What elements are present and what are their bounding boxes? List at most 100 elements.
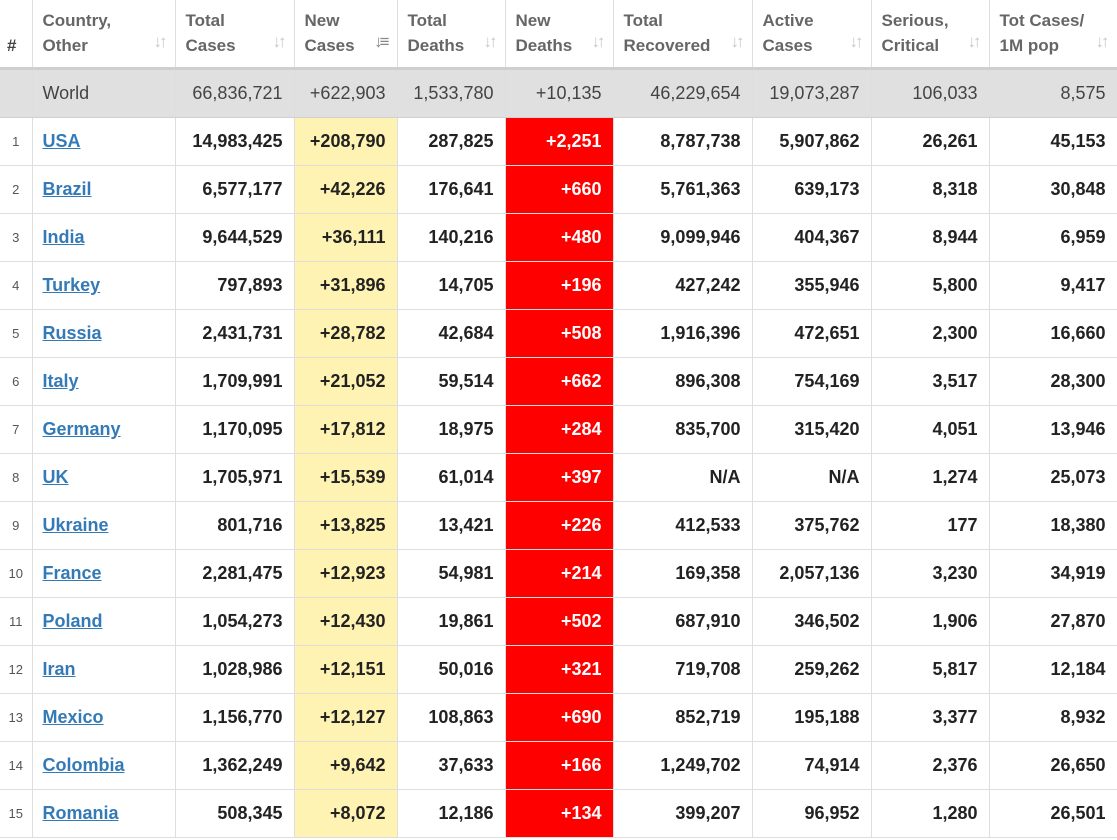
cases-per-1m-cell: 30,848 <box>989 165 1117 214</box>
total-recovered-cell: 9,099,946 <box>613 213 753 262</box>
country-link[interactable]: Romania <box>43 803 119 823</box>
sort-icon[interactable]: ↓↑ <box>592 32 606 52</box>
cases-per-1m-cell: 9,417 <box>989 261 1117 310</box>
country-link[interactable]: Colombia <box>43 755 125 775</box>
serious-critical-cell: 177 <box>871 501 990 550</box>
total-deaths-cell: 176,641 <box>397 165 506 214</box>
country-link[interactable]: Russia <box>43 323 102 343</box>
sort-icon[interactable]: ↓↑ <box>1096 32 1110 52</box>
column-header-total-recovered[interactable]: Total Recovered ↓↑ <box>613 0 753 70</box>
total-recovered-cell: 835,700 <box>613 405 753 454</box>
new-deaths-cell: +214 <box>505 549 614 598</box>
new-deaths-cell: +397 <box>505 453 614 502</box>
country-link[interactable]: Poland <box>43 611 103 631</box>
sort-icon[interactable]: ↓↑ <box>731 32 745 52</box>
country-link[interactable]: Germany <box>43 419 121 439</box>
country-cell[interactable]: Ukraine <box>32 501 176 550</box>
total-deaths-cell: 37,633 <box>397 741 506 790</box>
total-deaths-cell: 42,684 <box>397 309 506 358</box>
column-header-total-cases[interactable]: Total Cases ↓↑ <box>175 0 295 70</box>
column-header-rank: # <box>0 0 33 70</box>
total-cases-cell: 1,054,273 <box>175 597 295 646</box>
total-deaths-cell: 54,981 <box>397 549 506 598</box>
column-header-total-deaths[interactable]: Total Deaths ↓↑ <box>397 0 506 70</box>
country-cell[interactable]: Turkey <box>32 261 176 310</box>
total-recovered-cell: 399,207 <box>613 789 753 838</box>
country-cell[interactable]: Mexico <box>32 693 176 742</box>
column-header-cases-per-1m[interactable]: Tot Cases/ 1M pop ↓↑ <box>989 0 1117 70</box>
sort-icon[interactable]: ↓↑ <box>273 32 287 52</box>
country-cell[interactable]: France <box>32 549 176 598</box>
rank-cell: 13 <box>0 693 33 742</box>
total-recovered-cell: 8,787,738 <box>613 117 753 166</box>
new-cases-cell: +208,790 <box>294 117 398 166</box>
cases-per-1m-cell: 45,153 <box>989 117 1117 166</box>
cases-per-1m-cell: 18,380 <box>989 501 1117 550</box>
total-recovered-cell: 1,916,396 <box>613 309 753 358</box>
new-deaths-cell: +2,251 <box>505 117 614 166</box>
country-link[interactable]: India <box>43 227 85 247</box>
world-row: World 66,836,721 +622,903 1,533,780 +10,135 4… <box>0 68 1117 118</box>
country-cell[interactable]: Germany <box>32 405 176 454</box>
sort-icon[interactable]: ↓↑ <box>850 32 864 52</box>
active-cases-cell: N/A <box>752 453 872 502</box>
serious-critical-cell: 5,800 <box>871 261 990 310</box>
active-cases-cell: 346,502 <box>752 597 872 646</box>
country-cell[interactable]: UK <box>32 453 176 502</box>
column-header-new-deaths[interactable]: New Deaths ↓↑ <box>505 0 614 70</box>
country-cell[interactable]: Colombia <box>32 741 176 790</box>
country-link[interactable]: Italy <box>43 371 79 391</box>
active-cases-cell: 2,057,136 <box>752 549 872 598</box>
country-cell[interactable]: USA <box>32 117 176 166</box>
country-cell[interactable]: Brazil <box>32 165 176 214</box>
sort-icon[interactable]: ↓≡ <box>374 32 390 52</box>
country-cell: World <box>32 68 176 118</box>
table-header: # Country, Other ↓↑ Total Cases ↓↑ New Cases ↓… <box>0 0 1117 70</box>
column-header-serious-critical[interactable]: Serious, Critical ↓↑ <box>871 0 990 70</box>
country-cell[interactable]: India <box>32 213 176 262</box>
country-link[interactable]: Mexico <box>43 707 104 727</box>
serious-critical-cell: 3,230 <box>871 549 990 598</box>
sort-icon[interactable]: ↓↑ <box>968 32 982 52</box>
serious-critical-cell: 8,318 <box>871 165 990 214</box>
country-row: 8 UK 1,705,971 +15,539 61,014 +397 N/A N/A 1,274… <box>0 453 1117 502</box>
column-header-label: Active Cases <box>762 11 814 55</box>
country-row: 11 Poland 1,054,273 +12,430 19,861 +502 687,91… <box>0 597 1117 646</box>
active-cases-cell: 754,169 <box>752 357 872 406</box>
country-cell[interactable]: Italy <box>32 357 176 406</box>
serious-critical-cell: 2,376 <box>871 741 990 790</box>
sort-icon[interactable]: ↓↑ <box>154 32 168 52</box>
country-link[interactable]: Turkey <box>43 275 101 295</box>
cases-per-1m-cell: 16,660 <box>989 309 1117 358</box>
country-link[interactable]: Ukraine <box>43 515 109 535</box>
cases-per-1m-cell: 13,946 <box>989 405 1117 454</box>
total-cases-cell: 1,028,986 <box>175 645 295 694</box>
serious-critical-cell: 4,051 <box>871 405 990 454</box>
total-recovered-cell: 169,358 <box>613 549 753 598</box>
rank-cell: 12 <box>0 645 33 694</box>
rank-cell: 2 <box>0 165 33 214</box>
country-row: 6 Italy 1,709,991 +21,052 59,514 +662 896,308 7… <box>0 357 1117 406</box>
serious-critical-cell: 5,817 <box>871 645 990 694</box>
column-header-new-cases[interactable]: New Cases ↓≡ <box>294 0 398 70</box>
column-header-country[interactable]: Country, Other ↓↑ <box>32 0 176 70</box>
active-cases-cell: 315,420 <box>752 405 872 454</box>
active-cases-cell: 375,762 <box>752 501 872 550</box>
new-cases-cell: +31,896 <box>294 261 398 310</box>
sort-icon[interactable]: ↓↑ <box>484 32 498 52</box>
country-link[interactable]: UK <box>43 467 69 487</box>
total-recovered-cell: 1,249,702 <box>613 741 753 790</box>
new-cases-cell: +15,539 <box>294 453 398 502</box>
new-cases-cell: +12,430 <box>294 597 398 646</box>
country-link[interactable]: USA <box>43 131 81 151</box>
country-cell[interactable]: Russia <box>32 309 176 358</box>
total-deaths-cell: 12,186 <box>397 789 506 838</box>
total-deaths-cell: 140,216 <box>397 213 506 262</box>
country-cell[interactable]: Poland <box>32 597 176 646</box>
country-link[interactable]: Iran <box>43 659 76 679</box>
country-cell[interactable]: Iran <box>32 645 176 694</box>
country-link[interactable]: France <box>43 563 102 583</box>
country-cell[interactable]: Romania <box>32 789 176 838</box>
column-header-active-cases[interactable]: Active Cases ↓↑ <box>752 0 872 70</box>
country-link[interactable]: Brazil <box>43 179 92 199</box>
